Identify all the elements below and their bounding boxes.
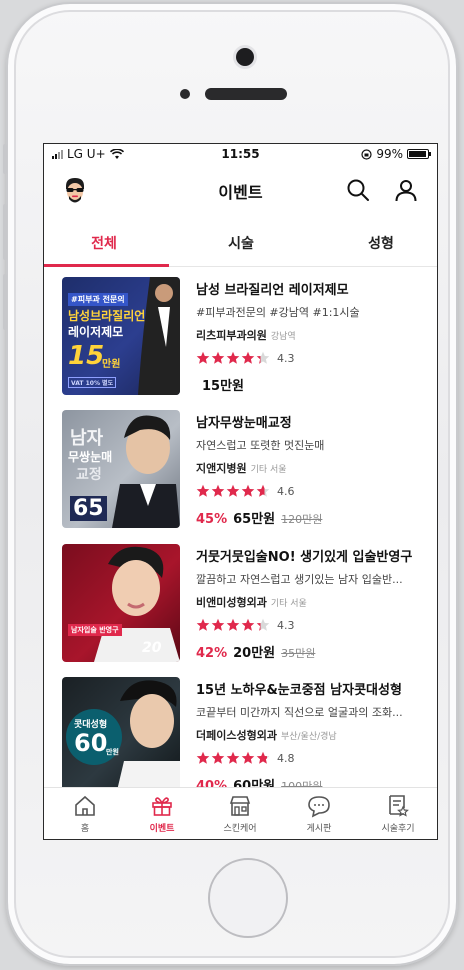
event-description: 깔끔하고 자연스럽고 생기있는 남자 입술반... (196, 573, 403, 586)
status-bar: LG U+ 11:55 99% (44, 144, 437, 164)
star-icon (226, 351, 240, 364)
active-tab-indicator (44, 264, 169, 267)
user-icon[interactable] (394, 178, 418, 202)
event-title: 남성 브라질리언 레이저제모 (196, 283, 349, 298)
clinic-location: 기타 서울 (270, 599, 307, 609)
star-icon (196, 618, 210, 631)
star-icon (211, 751, 225, 764)
proximity-sensor (180, 89, 190, 99)
rating-value: 4.8 (277, 751, 295, 765)
tabbar-item-event[interactable]: 이벤트 (127, 794, 197, 834)
star-icon (226, 751, 240, 764)
app-screen: LG U+ 11:55 99% 이벤트 전체 시술 성형 #피부과 전문의 남성… (43, 143, 438, 840)
event-title: 남자무쌍눈매교정 (196, 416, 292, 431)
star-icon (241, 484, 255, 497)
price-row: 45% 65만원 120만원 (196, 508, 432, 527)
gift-icon (152, 797, 172, 816)
event-thumbnail: 남자 무쌍눈매 교정 65 (62, 410, 180, 528)
volume-down-button (3, 274, 7, 330)
list-item[interactable]: 콧대성형 60 만원 15년 노하우&눈코중점 남자콧대성형 코끝부터 미간까지… (44, 669, 437, 789)
rating-value: 4.3 (277, 618, 295, 632)
star-icon (211, 618, 225, 631)
original-price: 35만원 (281, 647, 316, 660)
clinic-location: 기타 서울 (250, 465, 287, 475)
rating-stars: 4.3 (196, 618, 432, 632)
event-title: 15년 노하우&눈코중점 남자콧대성형 (196, 683, 402, 698)
rating-stars: 4.3 (196, 351, 432, 365)
sale-price: 20만원 (233, 646, 276, 661)
star-icon (196, 484, 210, 497)
home-button[interactable] (208, 858, 288, 938)
star-icon (256, 751, 270, 764)
orientation-lock-icon (361, 148, 372, 160)
list-item[interactable]: 남자 무쌍눈매 교정 65 남자무쌍눈매교정 자연스럽고 또렷한 멋진눈매 지앤… (44, 402, 437, 537)
rating-value: 4.6 (277, 484, 295, 498)
clinic-name: 지앤지병원 기타 서울 (196, 462, 287, 475)
star-icon (256, 618, 270, 631)
clinic-name: 더페이스성형외과 부산/울산/경남 (196, 729, 337, 742)
sale-price: 65만원 (233, 512, 276, 527)
event-title: 거뭇거뭇입술NO! 생기있게 입술반영구 (196, 550, 413, 565)
list-item[interactable]: #피부과 전문의 남성브라질리언 레이저제모 15 만원 VAT 10% 별도 … (44, 269, 437, 404)
rating-value: 4.3 (277, 351, 295, 365)
original-price: 120만원 (281, 513, 323, 526)
event-thumbnail: #피부과 전문의 남성브라질리언 레이저제모 15 만원 VAT 10% 별도 (62, 277, 180, 395)
tab-procedure[interactable]: 시술 (181, 233, 301, 253)
home-icon (75, 795, 95, 816)
star-icon (241, 618, 255, 631)
tabbar-item-review[interactable]: 시술후기 (363, 794, 433, 834)
sale-price: 15만원 (202, 379, 245, 394)
event-thumbnail: 남자입술 반영구 20 (62, 544, 180, 662)
event-list: #피부과 전문의 남성브라질리언 레이저제모 15 만원 VAT 10% 별도 … (44, 269, 437, 789)
clinic-location: 강남역 (270, 332, 296, 342)
event-description: #피부과전문의 #강남역 #1:1시술 (196, 306, 360, 319)
tab-surgery[interactable]: 성형 (321, 233, 437, 253)
tabbar-item-skincare[interactable]: 스킨케어 (205, 794, 275, 834)
battery-icon (407, 149, 431, 159)
page-title: 이벤트 (218, 183, 263, 202)
star-icon (196, 351, 210, 364)
discount-rate: 45% (196, 512, 228, 527)
category-tabs: 전체 시술 성형 (44, 219, 437, 267)
clinic-location: 부산/울산/경남 (280, 732, 337, 742)
star-icon (241, 751, 255, 764)
star-icon (256, 351, 270, 364)
event-description: 코끝부터 미간까지 직선으로 얼굴과의 조화... (196, 706, 403, 719)
star-icon (241, 351, 255, 364)
price-row: 15만원 (196, 375, 432, 394)
tabbar-item-home[interactable]: 홈 (50, 794, 120, 834)
rating-stars: 4.6 (196, 484, 432, 498)
tab-all[interactable]: 전체 (44, 233, 164, 253)
review-icon (389, 795, 409, 817)
rating-stars: 4.8 (196, 751, 432, 765)
star-icon (226, 484, 240, 497)
star-icon (211, 351, 225, 364)
store-icon (229, 796, 251, 816)
clinic-name: 리츠피부과의원 강남역 (196, 329, 296, 342)
chat-icon (308, 796, 330, 818)
event-description: 자연스럽고 또렷한 멋진눈매 (196, 439, 325, 452)
star-icon (211, 484, 225, 497)
discount-rate: 42% (196, 646, 228, 661)
earpiece-speaker (205, 88, 287, 100)
volume-up-button (3, 204, 7, 260)
star-icon (226, 618, 240, 631)
tabbar-item-board[interactable]: 게시판 (284, 794, 354, 834)
list-item[interactable]: 남자입술 반영구 20 거뭇거뭇입술NO! 생기있게 입술반영구 깔끔하고 자연… (44, 536, 437, 671)
bottom-tab-bar: 홈 이벤트 스킨케어 게시판 시술후기 (44, 787, 437, 839)
event-thumbnail: 콧대성형 60 만원 (62, 677, 180, 789)
top-navigation: 이벤트 (44, 166, 437, 214)
star-icon (256, 484, 270, 497)
front-camera (236, 48, 254, 66)
search-icon[interactable] (346, 178, 370, 202)
star-icon (196, 751, 210, 764)
price-row: 42% 20만원 35만원 (196, 642, 432, 661)
mute-switch (3, 144, 7, 174)
battery-percent: 99% (376, 147, 403, 161)
clinic-name: 비앤미성형외과 기타 서울 (196, 596, 307, 609)
